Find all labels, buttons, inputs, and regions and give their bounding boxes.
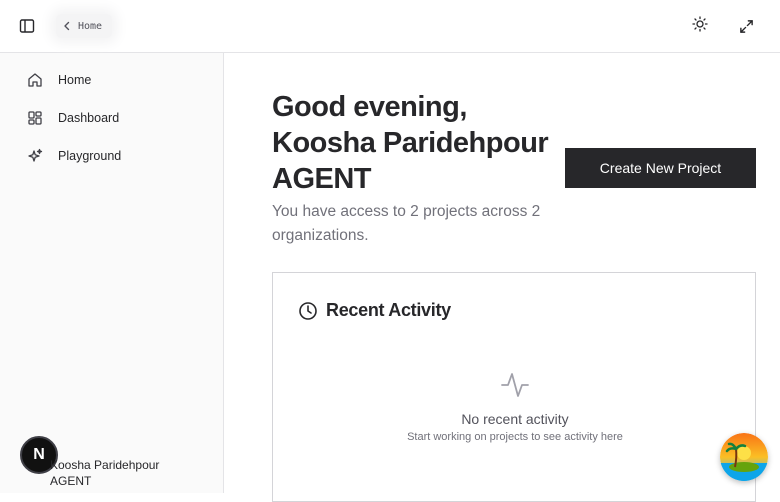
expand-icon xyxy=(739,19,753,33)
main-content: Good evening, Koosha Paridehpour AGENT Y… xyxy=(224,53,780,502)
top-bar: Home xyxy=(0,0,780,53)
sidebar-item-dashboard[interactable]: Dashboard xyxy=(20,103,206,133)
dashboard-icon xyxy=(28,111,42,125)
empty-state-title: No recent activity xyxy=(461,411,569,427)
fullscreen-button[interactable] xyxy=(736,16,756,36)
island-icon xyxy=(720,433,768,481)
sidebar-item-home[interactable]: Home xyxy=(20,65,206,95)
page-subtitle: You have access to 2 projects across 2 o… xyxy=(272,203,541,244)
avatar-letter: N xyxy=(33,446,45,463)
sun-icon xyxy=(692,16,708,32)
sparkles-icon xyxy=(28,148,43,162)
user-menu[interactable]: N Koosha Paridehpour AGENT xyxy=(20,436,210,492)
sidebar-item-playground[interactable]: Playground xyxy=(20,141,206,171)
clock-icon xyxy=(299,301,317,320)
empty-state-subtitle: Start working on projects to see activit… xyxy=(407,431,623,443)
sidebar-item-label: Home xyxy=(58,73,92,87)
recent-activity-title: Recent Activity xyxy=(326,300,451,320)
sidebar-item-label: Playground xyxy=(58,149,122,163)
user-name: Koosha Paridehpour AGENT xyxy=(50,458,160,488)
sidebar-toggle-icon xyxy=(19,19,35,33)
activity-icon xyxy=(501,373,529,397)
chevron-left-icon xyxy=(64,21,70,31)
recent-activity-header: Recent Activity xyxy=(298,300,451,321)
sidebar: Home Dashboard Playground N Koosha Parid… xyxy=(0,53,224,493)
home-icon xyxy=(28,73,42,87)
recent-activity-card: Recent Activity No recent activity Start… xyxy=(272,272,756,502)
breadcrumb-back[interactable]: Home xyxy=(56,14,113,38)
sidebar-toggle-button[interactable] xyxy=(17,16,37,36)
page-title: Good evening, Koosha Paridehpour AGENT xyxy=(272,91,549,195)
sidebar-item-label: Dashboard xyxy=(58,111,120,125)
assistant-launcher-button[interactable] xyxy=(720,433,768,481)
breadcrumb-label: Home xyxy=(78,20,103,32)
theme-toggle-button[interactable] xyxy=(690,14,710,34)
create-project-button[interactable]: Create New Project xyxy=(565,148,756,188)
